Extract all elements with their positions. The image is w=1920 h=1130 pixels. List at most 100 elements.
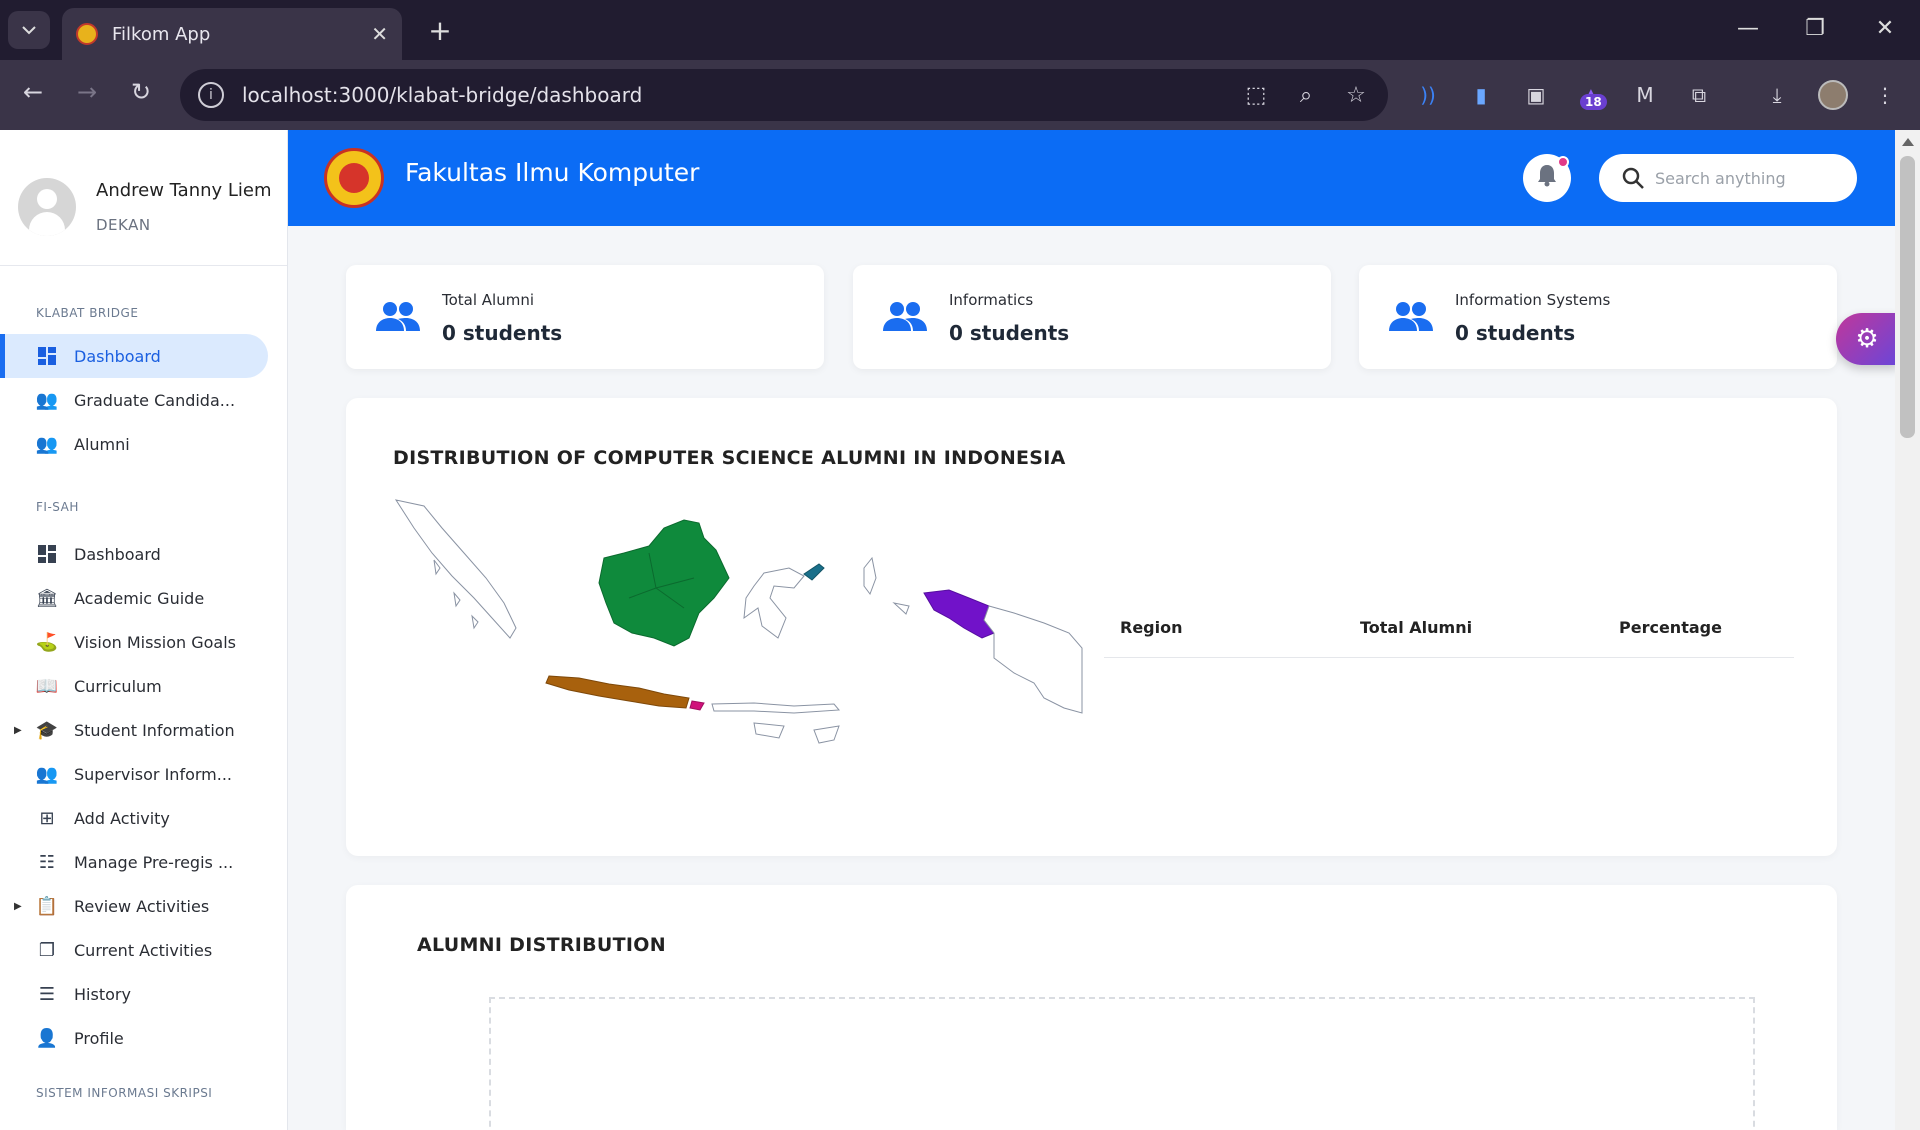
extensions-puzzle-icon[interactable]: ⧉ — [1684, 80, 1714, 110]
notification-dot — [1557, 156, 1569, 168]
people-icon — [376, 302, 420, 331]
tab-list-button[interactable] — [8, 11, 50, 49]
expand-arrow-icon[interactable]: ▶ — [14, 901, 22, 912]
sidebar-item-fisah-dashboard[interactable]: Dashboard — [0, 532, 287, 576]
region-bali[interactable] — [689, 700, 705, 711]
browser-toolbar: ← → ↻ i localhost:3000/klabat-bridge/das… — [0, 60, 1920, 130]
notification-button[interactable] — [1523, 154, 1571, 202]
sidebar-item-profile[interactable]: 👤 Profile — [0, 1016, 287, 1060]
reload-icon[interactable]: ↻ — [124, 78, 158, 112]
user-name: Andrew Tanny Liem — [96, 180, 272, 201]
address-bar[interactable]: i localhost:3000/klabat-bridge/dashboard… — [180, 69, 1388, 121]
new-tab-button[interactable]: + — [425, 14, 455, 47]
profile-avatar[interactable] — [1818, 80, 1848, 110]
sidebar-item-label: Supervisor Inform... — [74, 764, 232, 784]
back-icon[interactable]: ← — [16, 78, 50, 112]
list-alt-icon: ☷ — [38, 851, 56, 873]
sidebar-item-kb-dashboard[interactable]: Dashboard — [0, 334, 268, 378]
browser-menu-icon[interactable]: ⋮ — [1870, 80, 1900, 110]
distribution-chart-area — [489, 997, 1755, 1130]
bell-icon — [1536, 163, 1558, 193]
user-profile[interactable]: Andrew Tanny Liem DEKAN — [0, 130, 287, 266]
map-panel-title: DISTRIBUTION OF COMPUTER SCIENCE ALUMNI … — [393, 447, 1066, 469]
profile-icon: 👤 — [35, 1027, 59, 1049]
sidebar-item-label: Curriculum — [74, 676, 162, 696]
column-header-total-alumni[interactable]: Total Alumni — [1360, 618, 1619, 637]
close-tab-icon[interactable]: ✕ — [371, 22, 388, 46]
avatar — [18, 178, 76, 236]
region-north-sulawesi[interactable] — [803, 563, 825, 581]
sidebar-item-label: Academic Guide — [74, 588, 205, 608]
extension-m-icon[interactable]: M — [1630, 80, 1660, 110]
chevron-down-icon — [22, 25, 36, 34]
sidebar-item-curriculum[interactable]: 📖 Curriculum — [0, 664, 287, 708]
section-label-fi-sah: FI-SAH — [36, 500, 79, 514]
close-window-icon[interactable]: ✕ — [1870, 16, 1900, 41]
region-maluku[interactable] — [863, 556, 910, 615]
forward-icon[interactable]: → — [70, 78, 104, 112]
page-scrollbar[interactable] — [1895, 130, 1920, 1130]
settings-button[interactable]: ⚙ — [1836, 313, 1898, 365]
stat-label: Informatics — [949, 291, 1034, 309]
zoom-icon[interactable]: ⌕ — [1292, 83, 1320, 108]
distribution-panel-title: ALUMNI DISTRIBUTION — [417, 934, 666, 956]
expand-arrow-icon[interactable]: ▶ — [14, 725, 22, 736]
indonesia-map[interactable] — [394, 498, 1084, 758]
school-icon: 🎓 — [35, 719, 59, 741]
sidebar-item-label: Manage Pre-regis ... — [74, 852, 234, 872]
user-role: DEKAN — [96, 216, 151, 234]
sidebar-item-manage-preregis[interactable]: ☷ Manage Pre-regis ... — [0, 840, 287, 884]
region-table-header: Region Total Alumni Percentage — [1104, 598, 1794, 658]
sidebar-item-current-activities[interactable]: ❐ Current Activities — [0, 928, 287, 972]
minimize-icon[interactable]: — — [1733, 16, 1763, 41]
gear-icon: ⚙ — [1855, 324, 1879, 354]
sidebar-item-review-activities[interactable]: ▶ 📋 Review Activities — [0, 884, 287, 928]
browser-tab[interactable]: Filkom App ✕ — [62, 8, 402, 60]
sidebar-item-history[interactable]: ☰ History — [0, 972, 287, 1016]
extension-docs-icon[interactable]: ▮ — [1466, 80, 1496, 110]
region-kalimantan[interactable] — [598, 519, 730, 647]
stat-card-informatics: Informatics 0 students — [853, 265, 1331, 369]
add-box-icon: ⊞ — [39, 807, 55, 829]
sidebar-item-label: Dashboard — [74, 346, 161, 366]
sidebar-item-label: Student Information — [74, 720, 235, 740]
extension-wave-icon[interactable]: )) — [1413, 80, 1443, 110]
region-papua-barat[interactable] — [923, 589, 995, 639]
sidebar-item-label: History — [74, 984, 131, 1004]
sidebar-item-student-information[interactable]: ▶ 🎓 Student Information — [0, 708, 287, 752]
region-nusa-tenggara[interactable] — [711, 702, 841, 714]
site-info-icon[interactable]: i — [198, 82, 224, 108]
people-icon: 👥 — [35, 433, 59, 455]
downloads-icon[interactable]: ⤓ — [1762, 80, 1792, 110]
column-header-percentage[interactable]: Percentage — [1619, 618, 1722, 637]
bookmark-star-icon[interactable]: ☆ — [1342, 83, 1370, 108]
region-sumatra[interactable] — [394, 499, 517, 639]
scrollbar-thumb[interactable] — [1900, 156, 1915, 438]
sidebar-item-alumni[interactable]: 👥 Alumni — [0, 422, 287, 466]
people-icon: 👥 — [35, 763, 59, 785]
sidebar-item-vision-mission-goals[interactable]: ⛳ Vision Mission Goals — [0, 620, 287, 664]
dashboard-icon — [36, 543, 58, 565]
dashboard-icon — [36, 345, 58, 367]
sidebar-item-academic-guide[interactable]: 🏛 Academic Guide — [0, 576, 287, 620]
column-header-region[interactable]: Region — [1120, 618, 1360, 637]
institution-icon: 🏛 — [35, 587, 59, 609]
url-text[interactable]: localhost:3000/klabat-bridge/dashboard — [242, 83, 1220, 107]
people-icon — [1389, 302, 1433, 331]
sidebar-item-add-activity[interactable]: ⊞ Add Activity — [0, 796, 287, 840]
region-timor[interactable] — [753, 722, 840, 744]
restore-icon[interactable]: ❐ — [1800, 16, 1830, 41]
sidebar-item-label: Profile — [74, 1028, 124, 1048]
search-input[interactable] — [1655, 168, 1845, 188]
sidebar-item-supervisor-information[interactable]: 👥 Supervisor Inform... — [0, 752, 287, 796]
region-papua[interactable] — [983, 605, 1083, 714]
region-java[interactable] — [545, 675, 690, 709]
people-icon — [883, 302, 927, 331]
sidebar-item-graduate-candidates[interactable]: 👥 Graduate Candida... — [0, 378, 287, 422]
region-sulawesi[interactable] — [743, 567, 805, 639]
install-app-icon[interactable]: ⬚ — [1242, 83, 1270, 108]
search-box[interactable] — [1599, 154, 1857, 202]
history-icon: ☰ — [38, 983, 56, 1005]
scroll-up-icon[interactable] — [1902, 138, 1914, 146]
extension-capture-icon[interactable]: ▣ — [1521, 80, 1551, 110]
